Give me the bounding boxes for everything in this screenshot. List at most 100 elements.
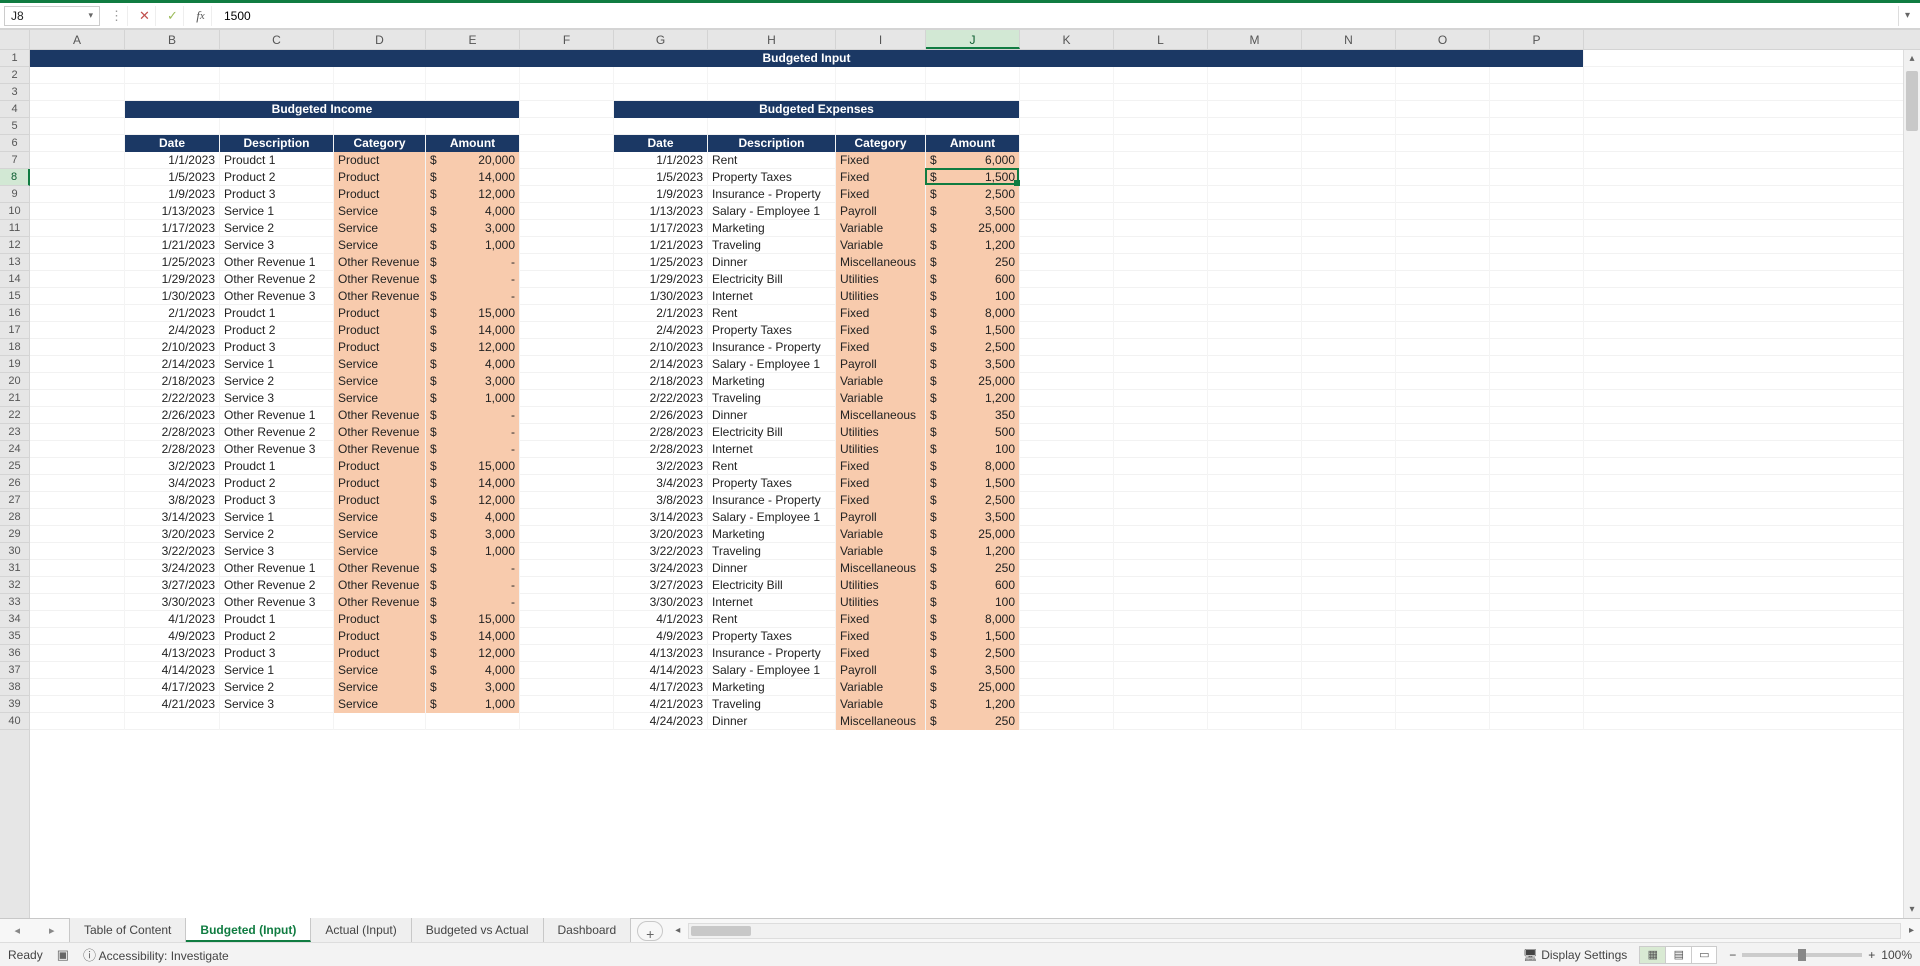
row-header-2[interactable]: 2	[0, 67, 29, 84]
cell[interactable]	[1302, 84, 1396, 101]
income-desc[interactable]: Service 2	[220, 526, 334, 543]
row-header-14[interactable]: 14	[0, 271, 29, 288]
cell[interactable]	[1490, 271, 1584, 288]
cell[interactable]	[520, 543, 614, 560]
income-cat[interactable]: Other Revenue	[334, 560, 426, 577]
exp-cat[interactable]: Variable	[836, 679, 926, 696]
cell[interactable]	[1396, 645, 1490, 662]
row-header-8[interactable]: 8	[0, 169, 30, 186]
income-amt[interactable]: $14,000	[426, 322, 520, 339]
cell[interactable]	[1490, 560, 1584, 577]
cell[interactable]	[1020, 373, 1114, 390]
cell[interactable]	[520, 696, 614, 713]
cell[interactable]	[30, 679, 125, 696]
column-header-E[interactable]: E	[426, 30, 520, 49]
exp-date[interactable]: 4/9/2023	[614, 628, 708, 645]
cell[interactable]	[520, 594, 614, 611]
income-cat[interactable]: Product	[334, 628, 426, 645]
cell[interactable]	[1302, 169, 1396, 186]
cell[interactable]	[1302, 645, 1396, 662]
cell[interactable]	[30, 84, 125, 101]
exp-amt[interactable]: $3,500	[926, 509, 1020, 526]
exp-hdr-date[interactable]: Date	[614, 135, 708, 152]
cell[interactable]	[1020, 543, 1114, 560]
income-date[interactable]: 3/22/2023	[125, 543, 220, 560]
income-desc[interactable]: Service 3	[220, 543, 334, 560]
income-amt[interactable]: $12,000	[426, 186, 520, 203]
cell[interactable]	[520, 424, 614, 441]
income-date[interactable]: 1/13/2023	[125, 203, 220, 220]
exp-desc[interactable]: Traveling	[708, 390, 836, 407]
exp-amt[interactable]: $1,500	[926, 628, 1020, 645]
row-header-11[interactable]: 11	[0, 220, 29, 237]
cell[interactable]	[1396, 152, 1490, 169]
exp-cat[interactable]: Payroll	[836, 203, 926, 220]
exp-desc[interactable]: Insurance - Property	[708, 339, 836, 356]
exp-amt[interactable]: $100	[926, 288, 1020, 305]
cell[interactable]	[1020, 84, 1114, 101]
exp-cat[interactable]: Variable	[836, 543, 926, 560]
row-header-25[interactable]: 25	[0, 458, 29, 475]
cell[interactable]	[1208, 458, 1302, 475]
hscroll-track[interactable]	[688, 923, 1901, 939]
cell[interactable]	[30, 645, 125, 662]
cell[interactable]	[1302, 458, 1396, 475]
income-date[interactable]: 2/28/2023	[125, 441, 220, 458]
exp-date[interactable]: 2/1/2023	[614, 305, 708, 322]
cell[interactable]	[1302, 254, 1396, 271]
income-amt[interactable]: $-	[426, 560, 520, 577]
income-desc[interactable]: Product 3	[220, 186, 334, 203]
income-date[interactable]: 3/24/2023	[125, 560, 220, 577]
cell[interactable]	[1396, 407, 1490, 424]
cell[interactable]	[1208, 441, 1302, 458]
exp-amt[interactable]: $3,500	[926, 662, 1020, 679]
exp-desc[interactable]: Rent	[708, 305, 836, 322]
cell[interactable]	[836, 67, 926, 84]
cell[interactable]	[1020, 475, 1114, 492]
row-header-13[interactable]: 13	[0, 254, 29, 271]
cell[interactable]	[30, 577, 125, 594]
cell[interactable]	[1114, 118, 1208, 135]
cell[interactable]	[1490, 526, 1584, 543]
cell[interactable]	[614, 118, 708, 135]
cell[interactable]	[1020, 696, 1114, 713]
exp-amt[interactable]: $250	[926, 254, 1020, 271]
exp-amt[interactable]: $1,500	[926, 475, 1020, 492]
cell[interactable]	[1302, 475, 1396, 492]
cell[interactable]	[1208, 84, 1302, 101]
income-date[interactable]: 2/4/2023	[125, 322, 220, 339]
exp-desc[interactable]: Salary - Employee 1	[708, 203, 836, 220]
cell[interactable]	[1114, 424, 1208, 441]
column-header-J[interactable]: J	[926, 30, 1020, 49]
cell[interactable]	[30, 101, 125, 118]
cell[interactable]	[1114, 67, 1208, 84]
cell[interactable]	[1020, 679, 1114, 696]
cell[interactable]	[125, 84, 220, 101]
exp-amt[interactable]: $1,500	[926, 169, 1020, 186]
cell[interactable]	[1208, 203, 1302, 220]
cell[interactable]	[520, 407, 614, 424]
cell[interactable]	[1114, 475, 1208, 492]
exp-cat[interactable]: Utilities	[836, 271, 926, 288]
row-header-28[interactable]: 28	[0, 509, 29, 526]
row-header-39[interactable]: 39	[0, 696, 29, 713]
exp-amt[interactable]: $3,500	[926, 356, 1020, 373]
exp-desc[interactable]: Electricity Bill	[708, 271, 836, 288]
exp-date[interactable]: 4/21/2023	[614, 696, 708, 713]
exp-cat[interactable]: Miscellaneous	[836, 254, 926, 271]
cell[interactable]	[1302, 288, 1396, 305]
exp-date[interactable]: 3/27/2023	[614, 577, 708, 594]
cell[interactable]	[1020, 254, 1114, 271]
exp-amt[interactable]: $250	[926, 713, 1020, 730]
cell[interactable]	[1114, 288, 1208, 305]
exp-date[interactable]: 1/13/2023	[614, 203, 708, 220]
cell[interactable]	[30, 169, 125, 186]
cell[interactable]	[1208, 543, 1302, 560]
cell[interactable]	[1490, 441, 1584, 458]
cell[interactable]	[1114, 594, 1208, 611]
exp-desc[interactable]: Insurance - Property	[708, 492, 836, 509]
income-amt[interactable]: $-	[426, 441, 520, 458]
income-desc[interactable]: Other Revenue 3	[220, 441, 334, 458]
income-cat[interactable]: Other Revenue	[334, 441, 426, 458]
cell[interactable]	[1302, 373, 1396, 390]
